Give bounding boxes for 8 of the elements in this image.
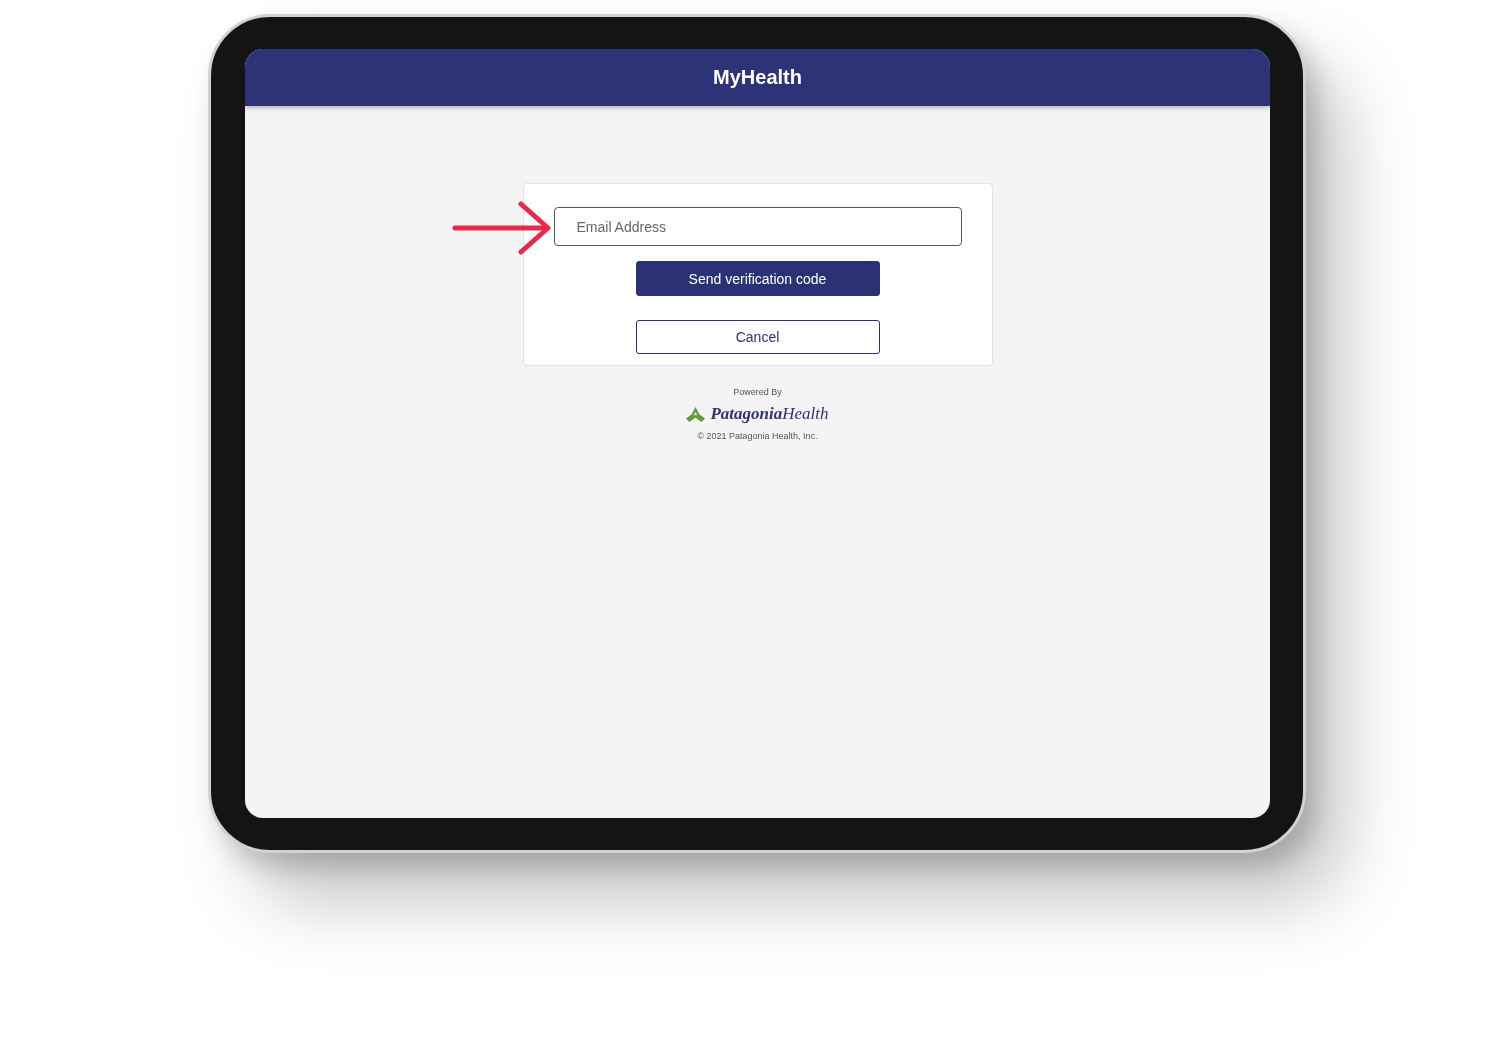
powered-by-label: Powered By: [733, 386, 782, 398]
email-field[interactable]: Email Address: [553, 207, 962, 246]
copyright-text: © 2021 Patagonia Health, Inc.: [697, 430, 818, 442]
tripod-logo-icon: [686, 406, 706, 422]
send-code-button[interactable]: Send verification code: [635, 261, 880, 296]
app-title: MyHealth: [713, 66, 802, 89]
brand-name: PatagoniaHealth: [710, 404, 829, 424]
cancel-button[interactable]: Cancel: [635, 320, 880, 354]
